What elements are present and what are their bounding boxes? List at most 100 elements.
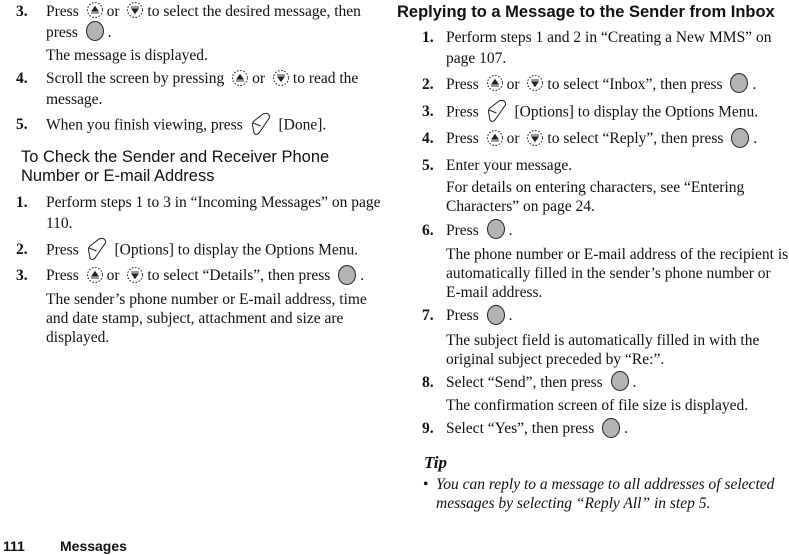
step-text: Select “Send”, then press [446, 373, 603, 391]
left-column: 3. Press or to select the desired messag… [0, 0, 392, 347]
step-text: Enter your message. [446, 156, 573, 174]
step-text: Press [446, 221, 479, 239]
step-number: 5. [422, 156, 434, 174]
step-text: or [506, 76, 520, 93]
step-item: 5. Enter your message. For details on en… [396, 155, 789, 216]
step-item: 2. Press [Options] to display the Option… [0, 239, 392, 263]
tip-text: You can reply to a message to all addres… [436, 475, 775, 512]
nav-down-key-icon [526, 74, 544, 92]
nav-down-key-icon [272, 69, 290, 87]
step-item: 3. Press or to select the desired messag… [0, 1, 392, 65]
step-number: 9. [422, 420, 434, 438]
bullet: • [423, 475, 429, 493]
step-item: 5. When you finish viewing, press [Done]… [0, 114, 392, 138]
step-number: 4. [16, 70, 28, 88]
center-select-key-icon [85, 20, 105, 42]
step-text: . [107, 24, 112, 41]
step-number: 3. [16, 267, 28, 285]
center-select-key-icon [610, 370, 630, 392]
step-text: Press [446, 104, 479, 121]
step-text: Press [446, 76, 479, 93]
step-note: The message is displayed. [46, 47, 208, 65]
step-text: to select “Details”, then press [147, 267, 331, 285]
center-select-key-icon [486, 218, 506, 240]
step-item: 4. Press or to select “Reply”, then pres… [396, 128, 789, 150]
step-text: . [753, 130, 758, 148]
step-note: The sender’s phone number or E-mail addr… [46, 290, 367, 346]
step-number: 6. [422, 221, 434, 239]
nav-up-key-icon [86, 266, 104, 284]
step-item: 1. Perform steps 1 to 3 in “Incoming Mes… [0, 192, 392, 234]
step-item: 7. Press . The subject field is automati… [396, 305, 789, 368]
section-heading: Replying to a Message to the Sender from… [397, 3, 775, 21]
step-number: 3. [422, 103, 434, 121]
step-text: . [752, 76, 757, 93]
step-note: The subject field is automatically fille… [446, 331, 760, 368]
page-number: 111 [3, 538, 25, 554]
step-item: 4. Scroll the screen by pressing or to r… [0, 68, 392, 110]
nav-up-key-icon [486, 129, 504, 147]
center-select-key-icon [601, 417, 621, 439]
step-number: 7. [422, 307, 434, 325]
center-select-key-icon [486, 304, 506, 326]
step-text: to select “Inbox”, then press [547, 76, 723, 93]
step-note: For details on entering characters, see … [446, 178, 745, 215]
step-text: [Options] to display the Options Menu. [514, 104, 759, 121]
step-text: . [508, 307, 513, 325]
step-item: 3. Press or to select “Details”, then pr… [0, 265, 392, 346]
step-item: 2. Press or to select “Inbox”, then pres… [396, 74, 789, 96]
nav-up-key-icon [231, 69, 249, 87]
step-text: Press [446, 130, 479, 148]
step-item: 1. Perform steps 1 and 2 in “Creating a … [396, 27, 789, 69]
step-text: Press [46, 242, 79, 259]
step-number: 1. [422, 29, 434, 46]
soft-key-icon [250, 112, 272, 136]
step-text: or [506, 130, 520, 148]
nav-down-key-icon [126, 1, 144, 19]
step-item: 8. Select “Send”, then press . The confi… [396, 372, 789, 415]
step-text: Select “Yes”, then press [446, 420, 595, 438]
step-number: 4. [422, 130, 434, 148]
step-number: 5. [16, 116, 28, 134]
section-heading: To Check the Sender and Receiver Phone N… [21, 148, 330, 186]
step-text: . [360, 267, 365, 285]
step-text: to select “Reply”, then press [547, 130, 724, 148]
right-column: Replying to a Message to the Sender from… [396, 0, 789, 513]
step-text: . [632, 373, 637, 391]
step-text: When you finish viewing, press [46, 117, 243, 134]
nav-up-key-icon [486, 74, 504, 92]
nav-down-key-icon [526, 129, 544, 147]
step-text: or [106, 267, 120, 285]
step-text: . [508, 221, 513, 239]
nav-down-key-icon [126, 266, 144, 284]
step-text: Press [46, 267, 79, 285]
step-note: The phone number or E-mail address of th… [446, 246, 789, 302]
tip-title: Tip [424, 452, 447, 472]
center-select-key-icon [730, 127, 750, 149]
step-text: Press [46, 3, 79, 20]
nav-up-key-icon [86, 1, 104, 19]
step-number: 2. [422, 76, 434, 93]
soft-key-icon [486, 99, 508, 123]
step-number: 3. [16, 3, 28, 20]
soft-key-icon [86, 237, 108, 261]
center-select-key-icon [729, 72, 749, 94]
step-item: 9. Select “Yes”, then press . [396, 418, 789, 440]
step-text: [Options] to display the Options Menu. [114, 242, 359, 259]
step-number: 2. [16, 241, 28, 259]
step-text: or [106, 3, 120, 20]
step-text: [Done]. [278, 117, 327, 134]
step-text: Perform steps 1 to 3 in “Incoming Messag… [46, 194, 381, 233]
step-text: . [624, 420, 628, 438]
step-text: or [252, 70, 266, 88]
tip-item: • You can reply to a message to all addr… [396, 475, 789, 513]
step-item: 3. Press [Options] to display the Option… [396, 101, 789, 125]
step-number: 8. [422, 373, 434, 391]
step-text: Scroll the screen by pressing [46, 70, 225, 88]
step-text: Press [446, 307, 479, 325]
step-item: 6. Press . The phone number or E-mail ad… [396, 220, 789, 302]
center-select-key-icon [337, 264, 357, 286]
step-text: Perform steps 1 and 2 in “Creating a New… [446, 29, 772, 67]
step-note: The confirmation screen of file size is … [446, 397, 749, 415]
section-name: Messages [60, 538, 127, 554]
